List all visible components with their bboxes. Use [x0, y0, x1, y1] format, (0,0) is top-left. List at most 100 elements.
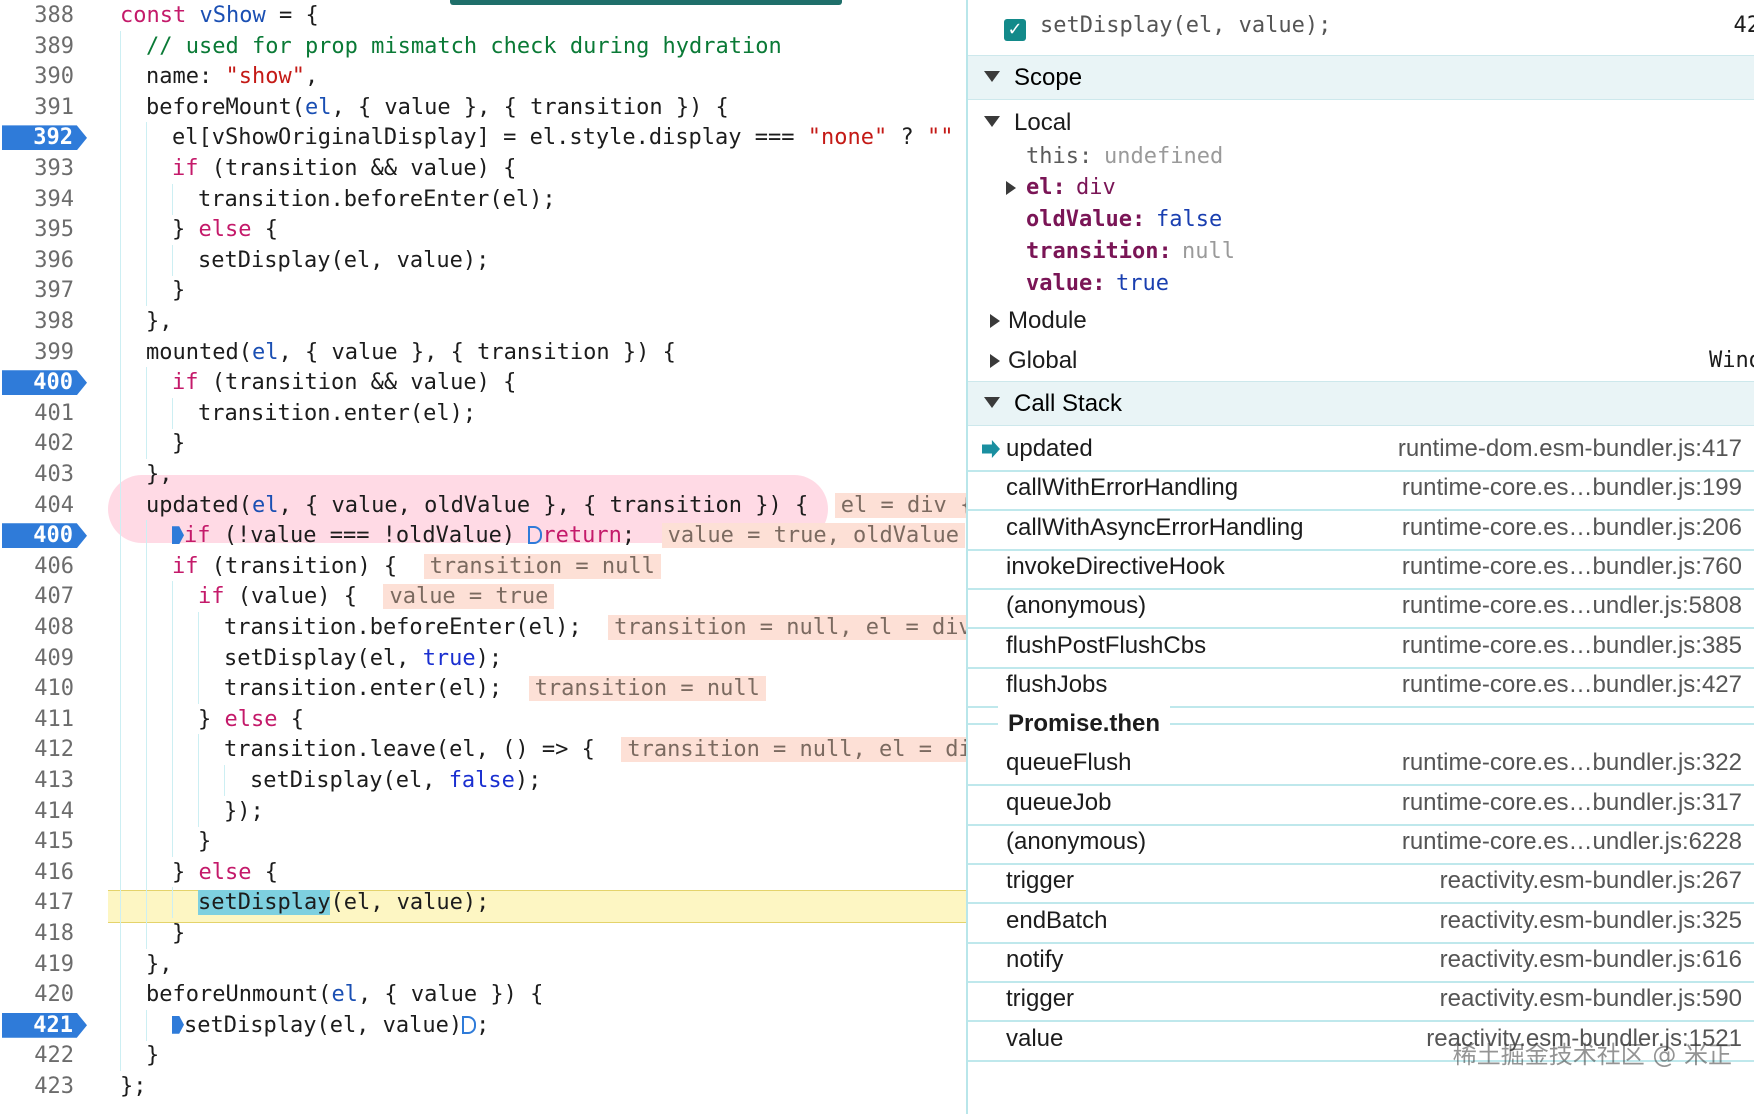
scope-module[interactable]: Module — [968, 304, 1754, 338]
code-text[interactable]: transition.beforeEnter(el); transition =… — [224, 612, 966, 643]
call-stack-frame[interactable]: trigger reactivity.esm-bundler.js:267 — [968, 859, 1754, 905]
line-number[interactable]: 390 — [0, 61, 80, 92]
code-text[interactable]: if (!value === !oldValue) return; value … — [172, 520, 966, 551]
line-number[interactable]: 395 — [0, 214, 80, 245]
source-editor[interactable]: 388 const vShow = { 389 // used for prop mi… — [0, 0, 966, 1114]
line-number[interactable]: 388 — [0, 0, 80, 31]
line-number[interactable]: 417 — [0, 887, 80, 918]
code-text[interactable]: setDisplay(el, value); — [198, 887, 489, 918]
scope-header[interactable]: Scope — [968, 55, 1754, 100]
call-stack-frame[interactable]: endBatch reactivity.esm-bundler.js:325 — [968, 899, 1754, 944]
line-number[interactable]: 413 — [0, 765, 80, 796]
call-stack-header[interactable]: Call Stack — [968, 381, 1754, 426]
call-stack-frame[interactable]: queueJob runtime-core.es…bundler.js:317 — [968, 781, 1754, 826]
code-text[interactable]: setDisplay(el, value); — [172, 1010, 489, 1041]
scope-var-el[interactable]: el: div — [968, 172, 1754, 203]
execution-point-icon[interactable] — [172, 1015, 184, 1034]
breakpoint-line-number[interactable]: 400 — [2, 523, 87, 549]
line-number[interactable]: 403 — [0, 459, 80, 490]
line-number[interactable]: 422 — [0, 1040, 80, 1071]
line-number[interactable]: 412 — [0, 734, 80, 765]
code-text[interactable]: }); — [224, 796, 264, 827]
code-text[interactable]: transition.enter(el); transition = null — [224, 673, 766, 704]
line-number[interactable]: 396 — [0, 245, 80, 276]
code-text[interactable]: beforeMount(el, { value }, { transition … — [146, 92, 729, 123]
call-stack-frame[interactable]: queueFlush runtime-core.es…bundler.js:322 — [968, 741, 1754, 787]
code-text[interactable]: }; — [120, 1071, 147, 1102]
line-number[interactable]: 406 — [0, 551, 80, 582]
call-stack-frame[interactable]: callWithErrorHandling runtime-core.es…bun… — [968, 466, 1754, 512]
code-text[interactable]: mounted(el, { value }, { transition }) { — [146, 337, 676, 368]
call-stack-frame[interactable]: callWithAsyncErrorHandling runtime-core.e… — [968, 506, 1754, 551]
scope-local[interactable]: Local — [968, 106, 1754, 140]
breakpoint-line-number[interactable]: 392 — [2, 125, 87, 151]
code-text[interactable]: transition.leave(el, () => { transition … — [224, 734, 966, 765]
line-number[interactable]: 394 — [0, 184, 80, 215]
expand-triangle-icon[interactable] — [1006, 181, 1016, 195]
execution-point-icon[interactable] — [462, 1015, 477, 1034]
line-number[interactable]: 401 — [0, 398, 80, 429]
line-number[interactable]: 409 — [0, 643, 80, 674]
code-text[interactable]: transition.beforeEnter(el); — [198, 184, 556, 215]
code-text[interactable]: } else { — [172, 214, 278, 245]
call-stack-frame[interactable]: notify reactivity.esm-bundler.js:616 — [968, 938, 1754, 983]
code-text[interactable]: }, — [146, 459, 173, 490]
code-text[interactable]: if (transition && value) { — [172, 367, 516, 398]
code-text[interactable]: beforeUnmount(el, { value }) { — [146, 979, 543, 1010]
code-text[interactable]: if (transition) { transition = null — [172, 551, 661, 582]
call-stack-frame[interactable]: (anonymous) runtime-core.es…undler.js:622… — [968, 820, 1754, 865]
code-text[interactable]: } — [172, 918, 185, 949]
code-text[interactable]: transition.enter(el); — [198, 398, 476, 429]
execution-point-icon[interactable] — [172, 526, 184, 545]
call-stack-frame[interactable]: updated runtime-dom.esm-bundler.js:417 — [968, 427, 1754, 472]
scope-global[interactable]: Global Wind — [968, 344, 1754, 378]
code-text[interactable]: } — [172, 275, 185, 306]
code-text[interactable]: } — [198, 826, 211, 857]
call-stack-frame[interactable]: trigger reactivity.esm-bundler.js:590 — [968, 977, 1754, 1023]
code-text[interactable]: updated(el, { value, oldValue }, { trans… — [146, 490, 966, 521]
line-number[interactable]: 416 — [0, 857, 80, 888]
call-stack-frame[interactable]: flushJobs runtime-core.es…bundler.js:427 — [968, 663, 1754, 708]
call-stack-frame[interactable]: (anonymous) runtime-core.es…undler.js:580… — [968, 584, 1754, 630]
code-text[interactable]: const vShow = { — [120, 0, 319, 31]
line-number[interactable]: 389 — [0, 31, 80, 62]
breakpoint-checkbox[interactable]: ✓ — [1004, 19, 1026, 41]
code-text[interactable]: setDisplay(el, true); — [224, 643, 502, 674]
breakpoint-line-number[interactable]: 421 — [2, 1012, 87, 1038]
line-number[interactable]: 402 — [0, 428, 80, 459]
code-text[interactable]: } else { — [172, 857, 278, 888]
line-number[interactable]: 393 — [0, 153, 80, 184]
call-stack-frame[interactable]: flushPostFlushCbs runtime-core.es…bundler… — [968, 624, 1754, 669]
breakpoint-line-number[interactable]: 400 — [2, 370, 87, 396]
line-number[interactable]: 419 — [0, 949, 80, 980]
line-number[interactable]: 411 — [0, 704, 80, 735]
code-text[interactable]: if (value) { value = true — [198, 581, 555, 612]
code-text[interactable]: }, — [146, 949, 173, 980]
line-number[interactable]: 415 — [0, 826, 80, 857]
code-text[interactable]: setDisplay(el, false); — [250, 765, 541, 796]
line-number[interactable]: 423 — [0, 1071, 80, 1102]
code-text[interactable]: } — [172, 428, 185, 459]
line-number[interactable]: 399 — [0, 337, 80, 368]
line-number[interactable]: 420 — [0, 979, 80, 1010]
line-number[interactable]: 398 — [0, 306, 80, 337]
execution-point-icon[interactable] — [528, 526, 543, 545]
call-stack-frame[interactable]: invokeDirectiveHook runtime-core.es…bundl… — [968, 545, 1754, 590]
line-number[interactable]: 418 — [0, 918, 80, 949]
line-number[interactable]: 391 — [0, 92, 80, 123]
line-number[interactable]: 410 — [0, 673, 80, 704]
code-text[interactable]: setDisplay(el, value); — [198, 245, 489, 276]
code-text[interactable]: name: "show", — [146, 61, 318, 92]
line-number[interactable]: 404 — [0, 490, 80, 521]
line-number[interactable]: 408 — [0, 612, 80, 643]
code-text[interactable]: el[vShowOriginalDisplay] = el.style.disp… — [172, 122, 954, 153]
code-text[interactable]: if (transition && value) { — [172, 153, 516, 184]
line-number[interactable]: 407 — [0, 581, 80, 612]
breakpoint-item[interactable]: ✓ setDisplay(el, value); 42 — [968, 0, 1754, 59]
code-text[interactable]: }, — [146, 306, 173, 337]
line-number[interactable]: 414 — [0, 796, 80, 827]
line-number[interactable]: 397 — [0, 275, 80, 306]
code-text[interactable]: } — [146, 1040, 159, 1071]
code-text[interactable]: // used for prop mismatch check during h… — [146, 31, 782, 62]
code-text[interactable]: } else { — [198, 704, 304, 735]
